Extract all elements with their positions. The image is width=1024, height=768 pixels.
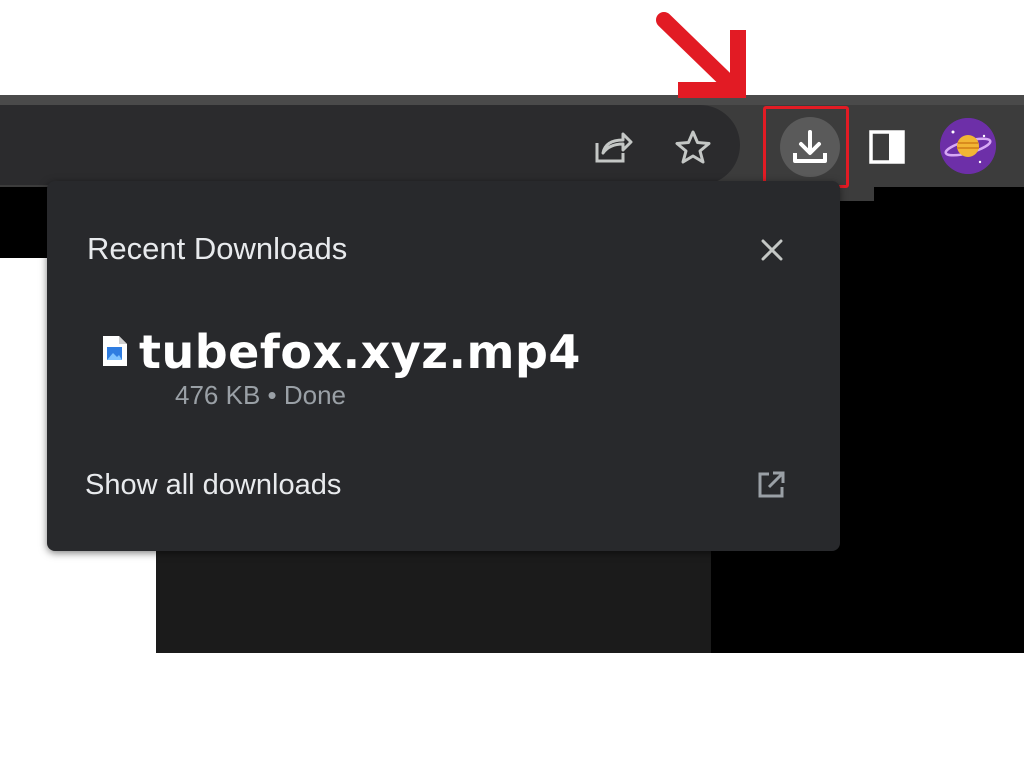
image-file-icon xyxy=(101,334,129,368)
avatar[interactable] xyxy=(940,118,996,174)
star-icon[interactable] xyxy=(670,124,716,170)
open-external-icon[interactable] xyxy=(755,469,789,503)
side-panel-icon[interactable] xyxy=(862,122,912,172)
toolbar-notch xyxy=(840,187,874,201)
downloads-highlight xyxy=(763,106,849,188)
video-area xyxy=(156,540,711,653)
popup-title: Recent Downloads xyxy=(87,231,348,266)
toolbar-edge xyxy=(0,95,1024,105)
red-arrow-annotation xyxy=(656,12,746,98)
share-icon[interactable] xyxy=(590,124,636,170)
downloads-popup: Recent Downloads tubefox.xyz.mp4 476 KB … xyxy=(47,181,840,551)
download-file-name[interactable]: tubefox.xyz.mp4 xyxy=(139,325,581,379)
show-all-downloads-link[interactable]: Show all downloads xyxy=(85,469,341,502)
close-icon[interactable] xyxy=(755,233,789,267)
download-status: 476 KB • Done xyxy=(175,380,346,410)
